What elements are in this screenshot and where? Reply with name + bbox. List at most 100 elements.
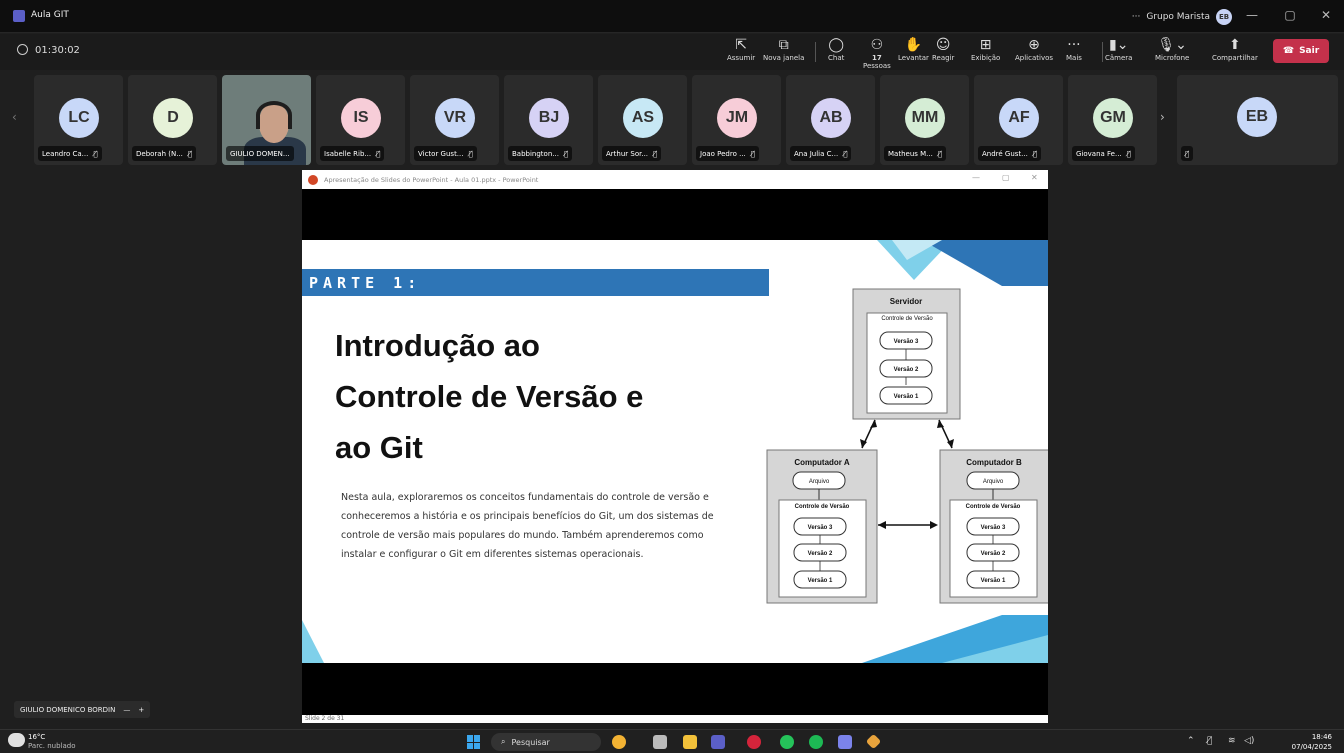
camera-button[interactable]: ▮⌄ Câmera — [1105, 37, 1132, 67]
participant-video-tile[interactable]: GIULIO DOMEN... — [222, 75, 311, 165]
reagir-button[interactable]: ☺ Reagir — [932, 37, 954, 67]
participant-tile[interactable]: AF André Gust... 🎙̸ — [974, 75, 1063, 165]
participant-tile[interactable]: JM Joao Pedro ... 🎙̸ — [692, 75, 781, 165]
participant-avatar: BJ — [529, 98, 569, 138]
app-diamond-icon[interactable] — [865, 733, 882, 750]
assumir-button[interactable]: ⇱ Assumir — [727, 37, 755, 67]
leave-button[interactable]: ☎ Sair — [1273, 39, 1329, 63]
aplicativos-button[interactable]: ⊕ Aplicativos — [1015, 37, 1053, 67]
mais-button[interactable]: ··· Mais — [1066, 37, 1082, 67]
participant-name-badge: André Gust... 🎙̸ — [978, 146, 1042, 161]
chevron-left-icon[interactable]: ‹ — [12, 110, 17, 124]
participant-tile[interactable]: GM Giovana Fe... 🎙̸ — [1068, 75, 1157, 165]
slide-deco-top-2 — [922, 240, 1048, 286]
teams-title-bar: Aula GIT ··· Grupo Marista EB — ▢ ✕ — [0, 0, 1344, 33]
powerpoint-icon — [308, 174, 318, 185]
weather-temperature[interactable]: 16°C — [28, 733, 45, 741]
participant-tile[interactable]: LC Leandro Ca... 🎙̸ — [34, 75, 123, 165]
pp-maximize-icon: ▢ — [1002, 173, 1010, 182]
mic-off-icon: 🎙̸ — [1185, 149, 1190, 158]
pessoas-button[interactable]: ⚇ 17 Pessoas — [863, 37, 891, 70]
file-explorer-icon[interactable] — [683, 735, 697, 749]
participant-count-badge: 17 — [872, 54, 882, 62]
mic-off-tray-icon[interactable]: 🎙̸ — [1207, 736, 1212, 746]
microfone-button[interactable]: 🎙⌄ Microfone — [1155, 37, 1189, 67]
aplicativos-label: Aplicativos — [1015, 54, 1054, 62]
participant-tile[interactable]: BJ Babbington... 🎙̸ — [504, 75, 593, 165]
minimize-icon[interactable]: — — [1242, 8, 1262, 22]
compartilhar-button[interactable]: ⬆ Compartilhar — [1212, 37, 1258, 67]
opera-icon[interactable] — [747, 735, 761, 749]
widgets-icon[interactable] — [612, 735, 626, 749]
more-options-icon[interactable]: ··· — [1132, 12, 1141, 22]
participant-name: Matheus M... — [888, 149, 933, 158]
teams-icon[interactable] — [711, 735, 725, 749]
clock-time: 18:46 — [1311, 733, 1332, 741]
phone-hangup-icon: ☎ — [1282, 46, 1295, 56]
arrow-server-b-head-1 — [937, 420, 944, 428]
arrow-a-b-head-1 — [878, 521, 886, 529]
chevron-right-icon[interactable]: › — [1160, 110, 1165, 124]
taskbar-search[interactable]: ⌕ Pesquisar — [491, 733, 601, 751]
task-view-icon[interactable] — [653, 735, 667, 749]
levantar-button[interactable]: ✋ Levantar — [898, 37, 929, 67]
computer-a-file-label: Arquivo — [809, 479, 830, 485]
restore-icon[interactable]: ▢ — [1280, 8, 1300, 22]
teams-work-icon[interactable] — [838, 735, 852, 749]
nova-janela-button[interactable]: ⧉ Nova janela — [763, 37, 804, 67]
wifi-icon[interactable]: ≋ — [1228, 736, 1236, 746]
participant-tile[interactable]: AB Ana Julia C... 🎙̸ — [786, 75, 875, 165]
participant-avatar: IS — [341, 98, 381, 138]
participant-name-badge: Giovana Fe... 🎙̸ — [1072, 146, 1135, 161]
camera-label: Câmera — [1105, 54, 1133, 62]
mic-off-icon: 🎙̸ — [937, 149, 943, 158]
computer-b-version-3-label: Versão 3 — [981, 525, 1006, 531]
windows-start-icon[interactable] — [467, 735, 481, 749]
whatsapp-icon[interactable] — [780, 735, 794, 749]
zoom-out-icon[interactable]: — — [123, 706, 130, 714]
participant-tile-overflow[interactable]: EB 🎙̸ — [1177, 75, 1338, 165]
close-icon[interactable]: ✕ — [1316, 8, 1336, 22]
chat-button[interactable]: ◯ Chat — [828, 37, 844, 67]
clock[interactable]: 18:46 07/04/2025 — [1292, 732, 1332, 752]
nova-janela-label: Nova janela — [763, 54, 805, 62]
slide: Servidor Controle de Versão Versão 3 Ver… — [302, 240, 1048, 663]
participant-tile[interactable]: AS Arthur Sor... 🎙̸ — [598, 75, 687, 165]
server-label: Servidor — [890, 297, 922, 306]
compartilhar-label: Compartilhar — [1212, 54, 1258, 62]
volume-icon[interactable]: ◁) — [1244, 736, 1254, 746]
participant-name: GIULIO DOMEN... — [230, 149, 290, 158]
search-placeholder: Pesquisar — [511, 737, 550, 747]
computer-b-vc-label: Controle de Versão — [966, 504, 1021, 510]
participant-avatar: D — [153, 98, 193, 138]
exibicao-button[interactable]: ⊞ Exibição — [971, 37, 1000, 67]
chevron-up-icon[interactable]: ⌃ — [1187, 736, 1195, 746]
arrow-server-a-head-1 — [870, 420, 877, 428]
participant-tile[interactable]: VR Victor Gust... 🎙̸ — [410, 75, 499, 165]
org-switcher[interactable]: ··· Grupo Marista EB — [1132, 9, 1232, 25]
participant-name: Deborah (N... — [136, 149, 183, 158]
weather-icon[interactable] — [8, 733, 25, 747]
meeting-title: Aula GIT — [31, 10, 69, 20]
server-version-3-label: Versão 3 — [894, 339, 919, 345]
user-avatar[interactable]: EB — [1216, 9, 1232, 25]
org-name: Grupo Marista — [1146, 12, 1210, 22]
spotify-icon[interactable] — [809, 735, 823, 749]
participant-name: Leandro Ca... — [42, 149, 89, 158]
reagir-label: Reagir — [932, 54, 955, 62]
powerpoint-title: Apresentação de Slides do PowerPoint - A… — [324, 175, 539, 184]
reagir-icon: ☺ — [935, 37, 951, 53]
participant-tile[interactable]: IS Isabelle Rib... 🎙̸ — [316, 75, 405, 165]
slide-status-bar: Slide 2 de 31 — [302, 715, 1048, 723]
participant-name-badge: Deborah (N... 🎙̸ — [132, 146, 197, 161]
participant-name-badge: Joao Pedro ... 🎙̸ — [696, 146, 759, 161]
zoom-in-icon[interactable]: + — [138, 706, 144, 714]
participant-tile[interactable]: MM Matheus M... 🎙̸ — [880, 75, 969, 165]
slide-title-line-3: ao Git — [335, 430, 423, 465]
participant-tile[interactable]: D Deborah (N... 🎙̸ — [128, 75, 217, 165]
slide-counter: Slide 2 de 31 — [305, 715, 345, 722]
weather-description[interactable]: Parc. nublado — [28, 742, 76, 750]
computer-b-file-label: Arquivo — [983, 479, 1004, 485]
participant-avatar: EB — [1237, 97, 1277, 137]
mic-off-icon: 🎙̸ — [1126, 149, 1131, 158]
